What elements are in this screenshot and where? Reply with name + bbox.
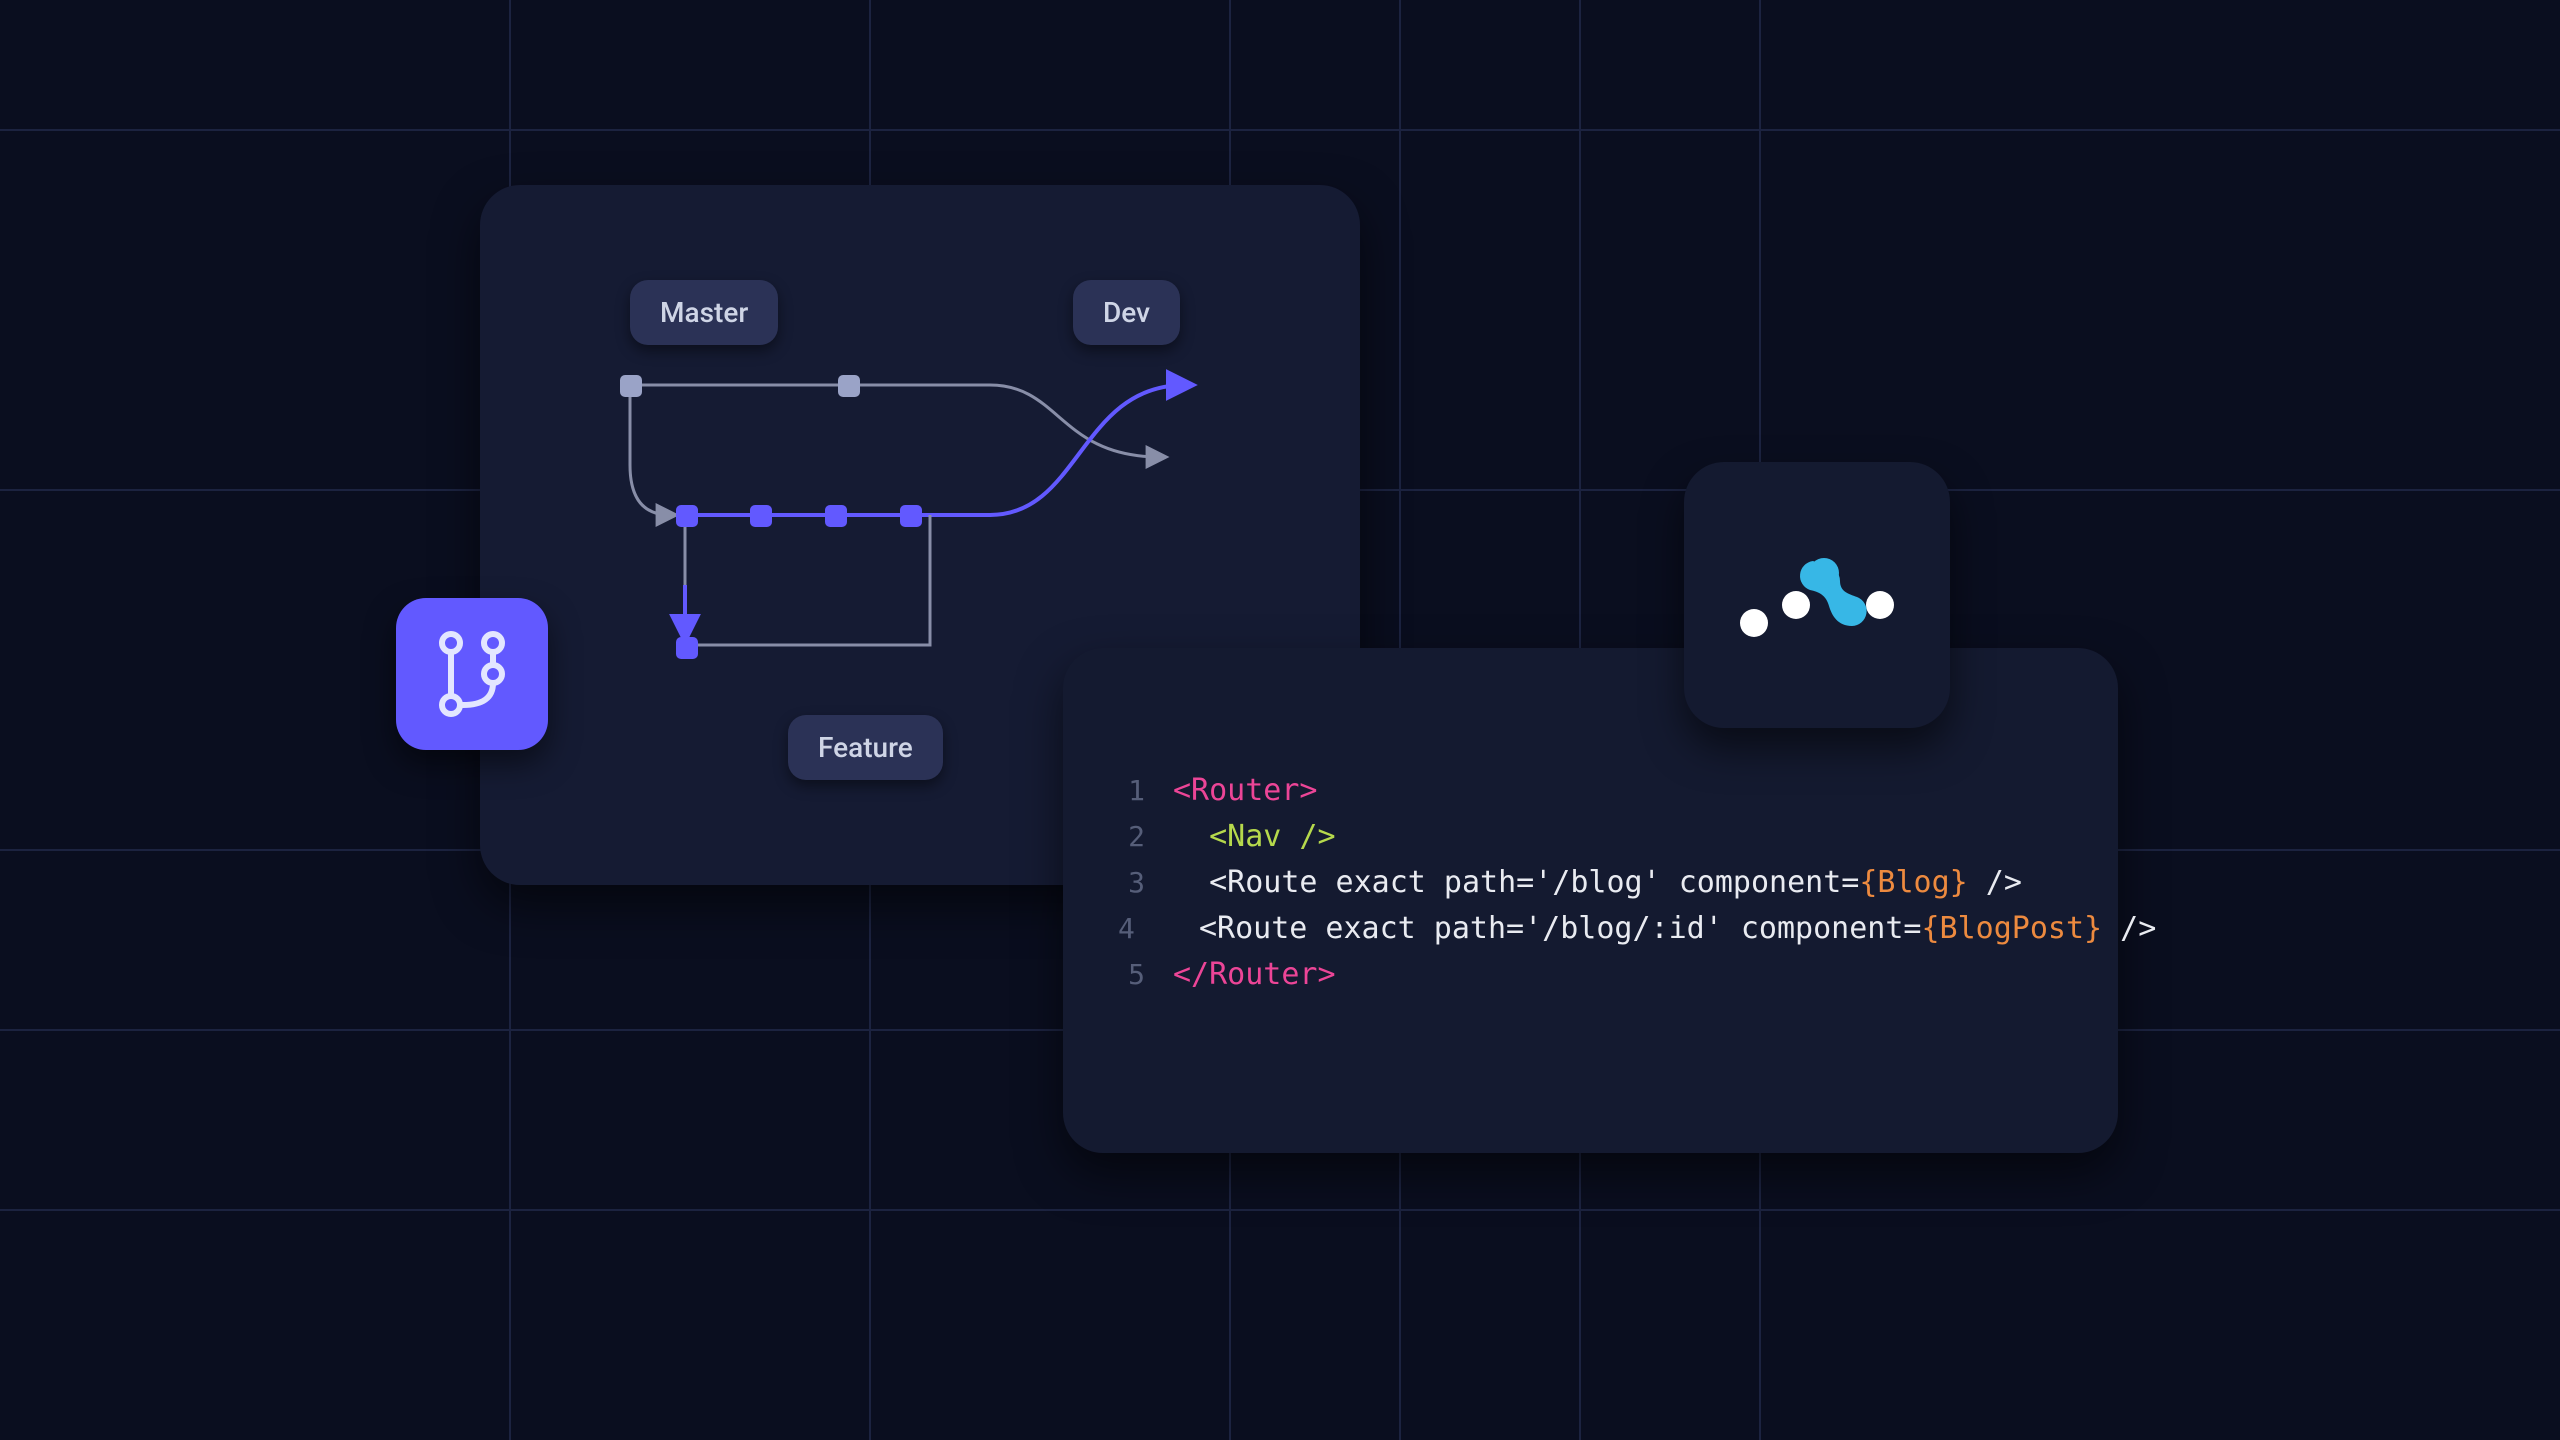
line-number: 3 xyxy=(1118,860,1173,906)
code-text: </Router> xyxy=(1173,952,1336,998)
git-icon-tile xyxy=(396,598,548,750)
code-line: 2 <Nav /> xyxy=(1118,814,2048,860)
code-line: 1<Router> xyxy=(1118,768,2048,814)
branch-label-master: Master xyxy=(630,280,778,345)
code-text: <Route exact path='/blog/:id' component=… xyxy=(1163,906,2156,952)
react-router-logo-icon xyxy=(1732,545,1902,645)
git-branch-graph xyxy=(600,355,1300,695)
code-text: <Nav /> xyxy=(1173,814,1336,860)
line-number: 5 xyxy=(1118,952,1173,998)
code-line: 4 <Route exact path='/blog/:id' componen… xyxy=(1118,906,2048,952)
line-number: 4 xyxy=(1118,906,1163,952)
git-branch-icon xyxy=(433,629,511,719)
code-line: 5</Router> xyxy=(1118,952,2048,998)
line-number: 2 xyxy=(1118,814,1173,860)
code-line: 3 <Route exact path='/blog' component={B… xyxy=(1118,860,2048,906)
react-router-logo-tile xyxy=(1684,462,1950,728)
branch-label-dev: Dev xyxy=(1073,280,1180,345)
code-snippet-panel: 1<Router>2 <Nav />3 <Route exact path='/… xyxy=(1063,648,2118,1153)
line-number: 1 xyxy=(1118,768,1173,814)
code-text: <Router> xyxy=(1173,768,1318,814)
branch-label-feature: Feature xyxy=(788,715,943,780)
code-lines: 1<Router>2 <Nav />3 <Route exact path='/… xyxy=(1118,768,2048,998)
code-text: <Route exact path='/blog' component={Blo… xyxy=(1173,860,2022,906)
